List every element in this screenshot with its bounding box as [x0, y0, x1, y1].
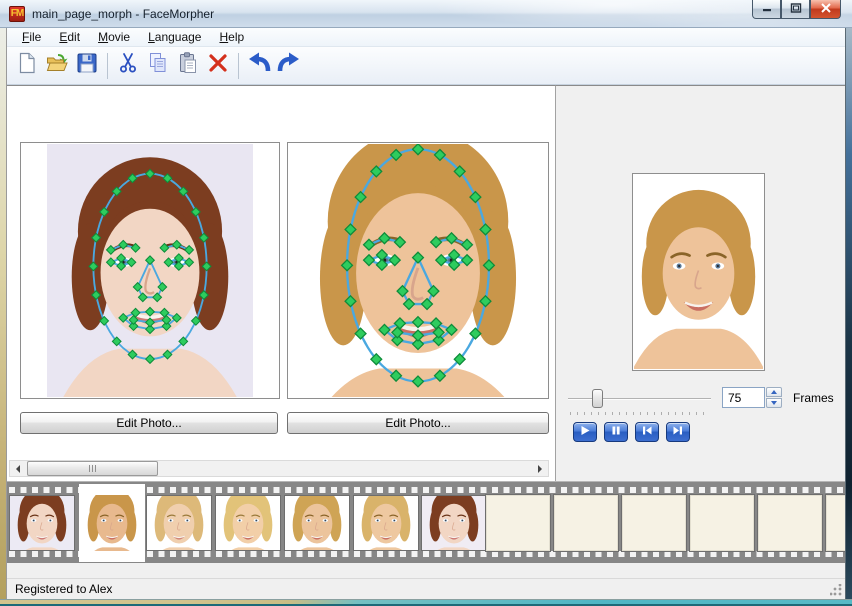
redo-arrow-icon [276, 51, 302, 80]
window-title: main_page_morph - FaceMorpher [32, 7, 214, 21]
frames-input[interactable] [722, 387, 765, 408]
app-icon: FM [9, 6, 25, 22]
menu-edit[interactable]: Edit [50, 28, 89, 47]
morph-preview-image [634, 175, 763, 369]
save-floppy-icon [75, 51, 99, 80]
filmstrip-frame-1[interactable] [10, 496, 74, 550]
frames-label: Frames [793, 391, 834, 405]
filmstrip-empty-frame [758, 495, 822, 551]
filmstrip-empty-frame [622, 495, 686, 551]
toolbar-cut-button[interactable] [113, 51, 143, 81]
copy-icon [146, 51, 170, 80]
window-border-right [845, 28, 852, 599]
filmstrip-margin [7, 563, 845, 578]
toolbar-paste-button[interactable] [173, 51, 203, 81]
open-folder-icon [45, 51, 69, 80]
statusbar-text: Registered to Alex [15, 582, 112, 596]
cut-scissors-icon [116, 51, 140, 80]
filmstrip-empty-frame [690, 495, 754, 551]
filmstrip [7, 481, 845, 563]
titlebar[interactable]: FM main_page_morph - FaceMorpher [0, 0, 852, 28]
toolbar-redo-button[interactable] [274, 51, 304, 81]
filmstrip-empty-frame [554, 495, 618, 551]
pause-button[interactable] [604, 422, 628, 442]
menu-language[interactable]: Language [139, 28, 210, 47]
right-triangle-icon [538, 465, 542, 473]
slider-track [568, 398, 711, 400]
skip-to-end-icon [672, 423, 684, 441]
spinner-down-button[interactable] [766, 398, 782, 408]
filmstrip-empty-frame [486, 495, 550, 551]
minimize-button[interactable] [752, 0, 781, 19]
filmstrip-empty-frame [826, 495, 845, 551]
edit-photo-button-left[interactable]: Edit Photo... [20, 412, 278, 434]
toolbar-save-button[interactable] [72, 51, 102, 81]
scrollbar-thumb[interactable] [27, 461, 158, 476]
menu-help[interactable]: Help [210, 28, 253, 47]
filmstrip-frame-2-selected[interactable] [79, 484, 145, 562]
scroll-left-arrow[interactable] [10, 461, 26, 476]
source-photo[interactable] [47, 144, 253, 397]
up-arrow-icon [771, 390, 777, 394]
morph-preview-frame [632, 173, 765, 371]
close-icon [820, 0, 832, 18]
play-icon [579, 423, 591, 441]
filmstrip-frame-5[interactable] [285, 496, 349, 550]
close-button[interactable] [810, 0, 841, 19]
toolbar-open-button[interactable] [42, 51, 72, 81]
toolbar-separator [238, 53, 239, 79]
preview-pane: Frames [556, 85, 845, 481]
resize-grip[interactable] [830, 584, 842, 596]
toolbar-delete-button[interactable] [203, 51, 233, 81]
delete-cross-icon [206, 51, 230, 80]
new-document-icon [15, 51, 39, 80]
toolbar-separator [107, 53, 108, 79]
target-photo[interactable] [289, 144, 547, 397]
window-border-left [0, 28, 7, 599]
toolbar-copy-button[interactable] [143, 51, 173, 81]
source-photo-frame [20, 142, 280, 399]
pause-icon [610, 423, 622, 441]
scroll-right-arrow[interactable] [532, 461, 548, 476]
skip-end-button[interactable] [666, 422, 690, 442]
frames-spinner [766, 387, 782, 408]
left-triangle-icon [16, 465, 20, 473]
target-photo-frame [287, 142, 549, 399]
window-border-bottom [0, 599, 852, 606]
minimize-icon [761, 0, 773, 18]
menu-movie[interactable]: Movie [89, 28, 139, 47]
spinner-up-button[interactable] [766, 387, 782, 397]
editor-pane: Edit Photo... Edit Photo... [7, 85, 556, 481]
toolbar [7, 47, 845, 85]
maximize-icon [790, 0, 802, 18]
filmstrip-frame-4[interactable] [216, 496, 280, 550]
maximize-button[interactable] [781, 0, 810, 19]
toolbar-new-button[interactable] [12, 51, 42, 81]
play-button[interactable] [573, 422, 597, 442]
down-arrow-icon [771, 401, 777, 405]
edit-photo-button-right[interactable]: Edit Photo... [287, 412, 549, 434]
frame-slider[interactable] [568, 389, 711, 411]
slider-ticks [570, 412, 710, 415]
filmstrip-frame-7[interactable] [422, 496, 486, 550]
skip-to-start-icon [641, 423, 653, 441]
filmstrip-frame-3[interactable] [147, 496, 211, 550]
filmstrip-frame-6[interactable] [354, 496, 418, 550]
toolbar-undo-button[interactable] [244, 51, 274, 81]
paste-clipboard-icon [176, 51, 200, 80]
slider-thumb[interactable] [592, 389, 603, 408]
horizontal-scrollbar[interactable] [9, 460, 549, 477]
statusbar: Registered to Alex [7, 578, 845, 599]
undo-arrow-icon [246, 51, 272, 80]
skip-start-button[interactable] [635, 422, 659, 442]
menubar: FileEditMovieLanguageHelp [7, 28, 845, 47]
menu-file[interactable]: File [13, 28, 50, 47]
app-window: FM main_page_morph - FaceMorpher FileEdi… [0, 0, 852, 606]
